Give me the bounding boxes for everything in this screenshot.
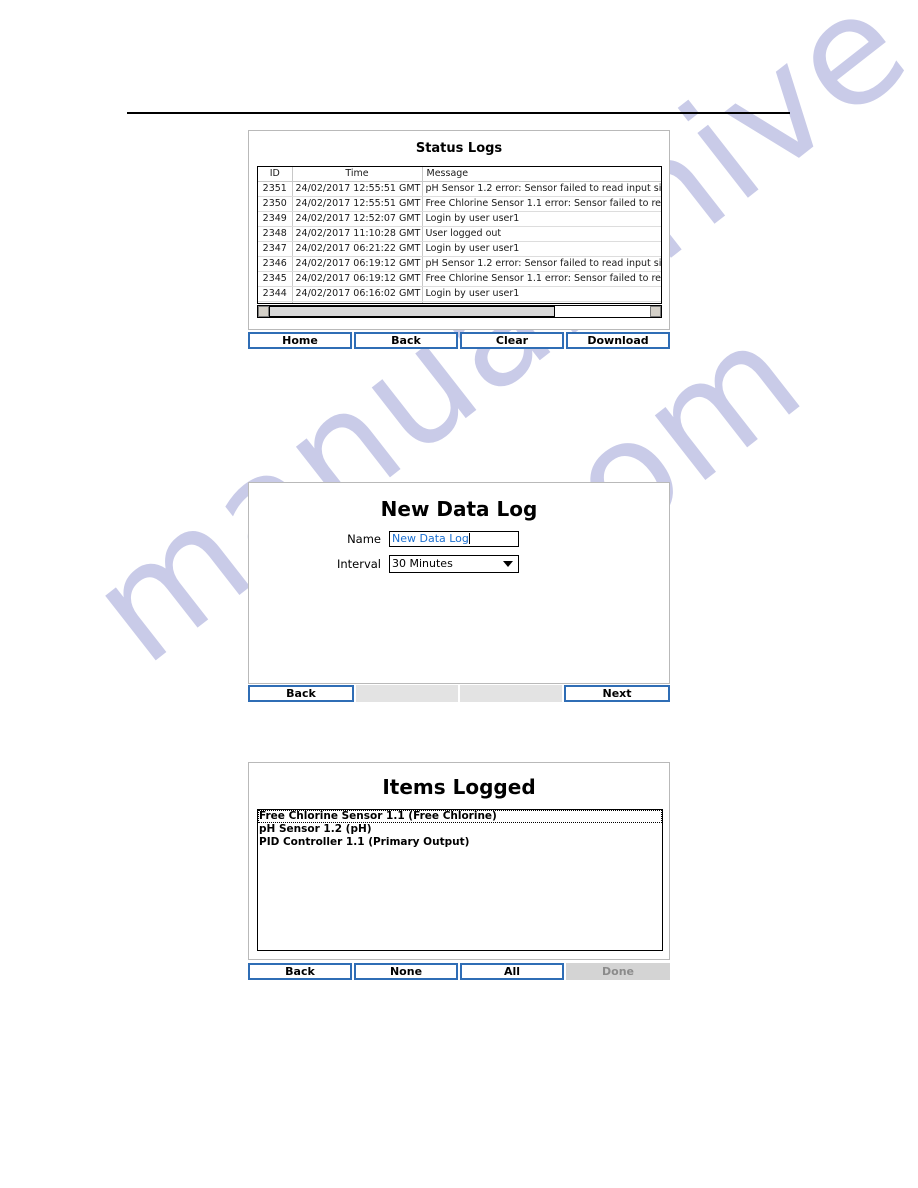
button-bar-spacer — [356, 685, 458, 702]
items-logged-button-bar: Back None All Done — [248, 963, 670, 980]
cell-message: Login by user user1 — [422, 241, 661, 257]
table-row[interactable]: 2351 24/02/2017 12:55:51 GMT pH Sensor 1… — [258, 181, 661, 197]
cell-time: 24/02/2017 11:10:28 GMT — [292, 226, 423, 242]
interval-select-value: 30 Minutes — [392, 557, 453, 570]
text-caret — [468, 533, 470, 544]
table-row[interactable]: 2348 24/02/2017 11:10:28 GMT User logged… — [258, 226, 661, 242]
back-button[interactable]: Back — [248, 685, 354, 702]
items-logged-title: Items Logged — [382, 775, 536, 799]
clear-button[interactable]: Clear — [460, 332, 564, 349]
cell-id: 2347 — [258, 241, 293, 257]
status-logs-button-bar: Home Back Clear Download — [248, 332, 670, 349]
all-button[interactable]: All — [460, 963, 564, 980]
none-button[interactable]: None — [354, 963, 458, 980]
table-row[interactable]: 2345 24/02/2017 06:19:12 GMT Free Chlori… — [258, 271, 661, 287]
interval-select[interactable]: 30 Minutes — [389, 555, 519, 573]
column-header-id: ID — [258, 167, 293, 182]
page-header-rule — [127, 112, 790, 114]
column-header-message: Message — [422, 167, 661, 182]
cell-message: User logged out — [422, 301, 661, 303]
cell-time: 24/02/2017 06:19:12 GMT — [292, 271, 423, 287]
table-row[interactable]: 2346 24/02/2017 06:19:12 GMT pH Sensor 1… — [258, 256, 661, 272]
scrollbar-track[interactable] — [269, 306, 650, 317]
chevron-down-icon — [503, 561, 513, 567]
scrollbar-thumb[interactable] — [269, 306, 555, 317]
cell-message: pH Sensor 1.2 error: Sensor failed to re… — [422, 181, 661, 197]
items-logged-listbox[interactable]: Free Chlorine Sensor 1.1 (Free Chlorine)… — [257, 809, 663, 951]
cell-time: 24/02/2017 05:40:59 GMT — [292, 301, 423, 303]
cell-time: 24/02/2017 06:19:12 GMT — [292, 256, 423, 272]
status-logs-table: ID Time Message 2351 24/02/2017 12:55:51… — [258, 167, 661, 303]
back-button[interactable]: Back — [248, 963, 352, 980]
name-field-row: Name New Data Log — [249, 531, 669, 547]
cell-id: 2349 — [258, 211, 293, 227]
cell-id: 2344 — [258, 286, 293, 302]
cell-message: Free Chlorine Sensor 1.1 error: Sensor f… — [422, 196, 661, 212]
cell-message: Login by user user1 — [422, 211, 661, 227]
back-button[interactable]: Back — [354, 332, 458, 349]
status-logs-body: 2351 24/02/2017 12:55:51 GMT pH Sensor 1… — [258, 181, 661, 303]
next-button[interactable]: Next — [564, 685, 670, 702]
new-data-log-panel: New Data Log Name New Data Log Interval … — [248, 482, 670, 684]
cell-id: 2351 — [258, 181, 293, 197]
table-row[interactable]: 2344 24/02/2017 06:16:02 GMT Login by us… — [258, 286, 661, 302]
cell-time: 24/02/2017 12:55:51 GMT — [292, 181, 423, 197]
new-data-log-title: New Data Log — [380, 497, 538, 521]
status-logs-title: Status Logs — [415, 141, 503, 156]
download-button[interactable]: Download — [566, 332, 670, 349]
name-input[interactable]: New Data Log — [389, 531, 519, 547]
list-item[interactable]: Free Chlorine Sensor 1.1 (Free Chlorine) — [258, 810, 662, 823]
list-item[interactable]: pH Sensor 1.2 (pH) — [258, 823, 662, 836]
cell-id: 2346 — [258, 256, 293, 272]
cell-message: User logged out — [422, 226, 661, 242]
button-bar-spacer — [460, 685, 562, 702]
interval-field-row: Interval 30 Minutes — [249, 555, 669, 573]
interval-label: Interval — [336, 557, 381, 571]
cell-id: 2343 — [258, 301, 293, 303]
cell-message: Login by user user1 — [422, 286, 661, 302]
table-row[interactable]: 2349 24/02/2017 12:52:07 GMT Login by us… — [258, 211, 661, 227]
table-header-row: ID Time Message — [258, 167, 661, 182]
cell-message: pH Sensor 1.2 error: Sensor failed to re… — [422, 256, 661, 272]
cell-id: 2348 — [258, 226, 293, 242]
horizontal-scrollbar[interactable] — [257, 305, 662, 318]
cell-id: 2350 — [258, 196, 293, 212]
cell-time: 24/02/2017 06:16:02 GMT — [292, 286, 423, 302]
items-logged-panel: Items Logged Free Chlorine Sensor 1.1 (F… — [248, 762, 670, 960]
cell-time: 24/02/2017 06:21:22 GMT — [292, 241, 423, 257]
done-button: Done — [566, 963, 670, 980]
status-logs-table-container: ID Time Message 2351 24/02/2017 12:55:51… — [257, 166, 662, 304]
scroll-right-arrow-icon[interactable] — [650, 306, 661, 317]
scroll-left-arrow-icon[interactable] — [258, 306, 269, 317]
cell-time: 24/02/2017 12:52:07 GMT — [292, 211, 423, 227]
cell-id: 2345 — [258, 271, 293, 287]
cell-message: Free Chlorine Sensor 1.1 error: Sensor f… — [422, 271, 661, 287]
column-header-time: Time — [292, 167, 423, 182]
table-row[interactable]: 2347 24/02/2017 06:21:22 GMT Login by us… — [258, 241, 661, 257]
list-item[interactable]: PID Controller 1.1 (Primary Output) — [258, 836, 662, 849]
table-row[interactable]: 2343 24/02/2017 05:40:59 GMT User logged… — [258, 301, 661, 303]
home-button[interactable]: Home — [248, 332, 352, 349]
new-data-log-button-bar: Back Next — [248, 685, 670, 702]
cell-time: 24/02/2017 12:55:51 GMT — [292, 196, 423, 212]
status-logs-panel: Status Logs ID Time Message 2351 24/02/2… — [248, 130, 670, 330]
name-label: Name — [347, 532, 381, 546]
table-row[interactable]: 2350 24/02/2017 12:55:51 GMT Free Chlori… — [258, 196, 661, 212]
name-input-value: New Data Log — [392, 532, 469, 545]
